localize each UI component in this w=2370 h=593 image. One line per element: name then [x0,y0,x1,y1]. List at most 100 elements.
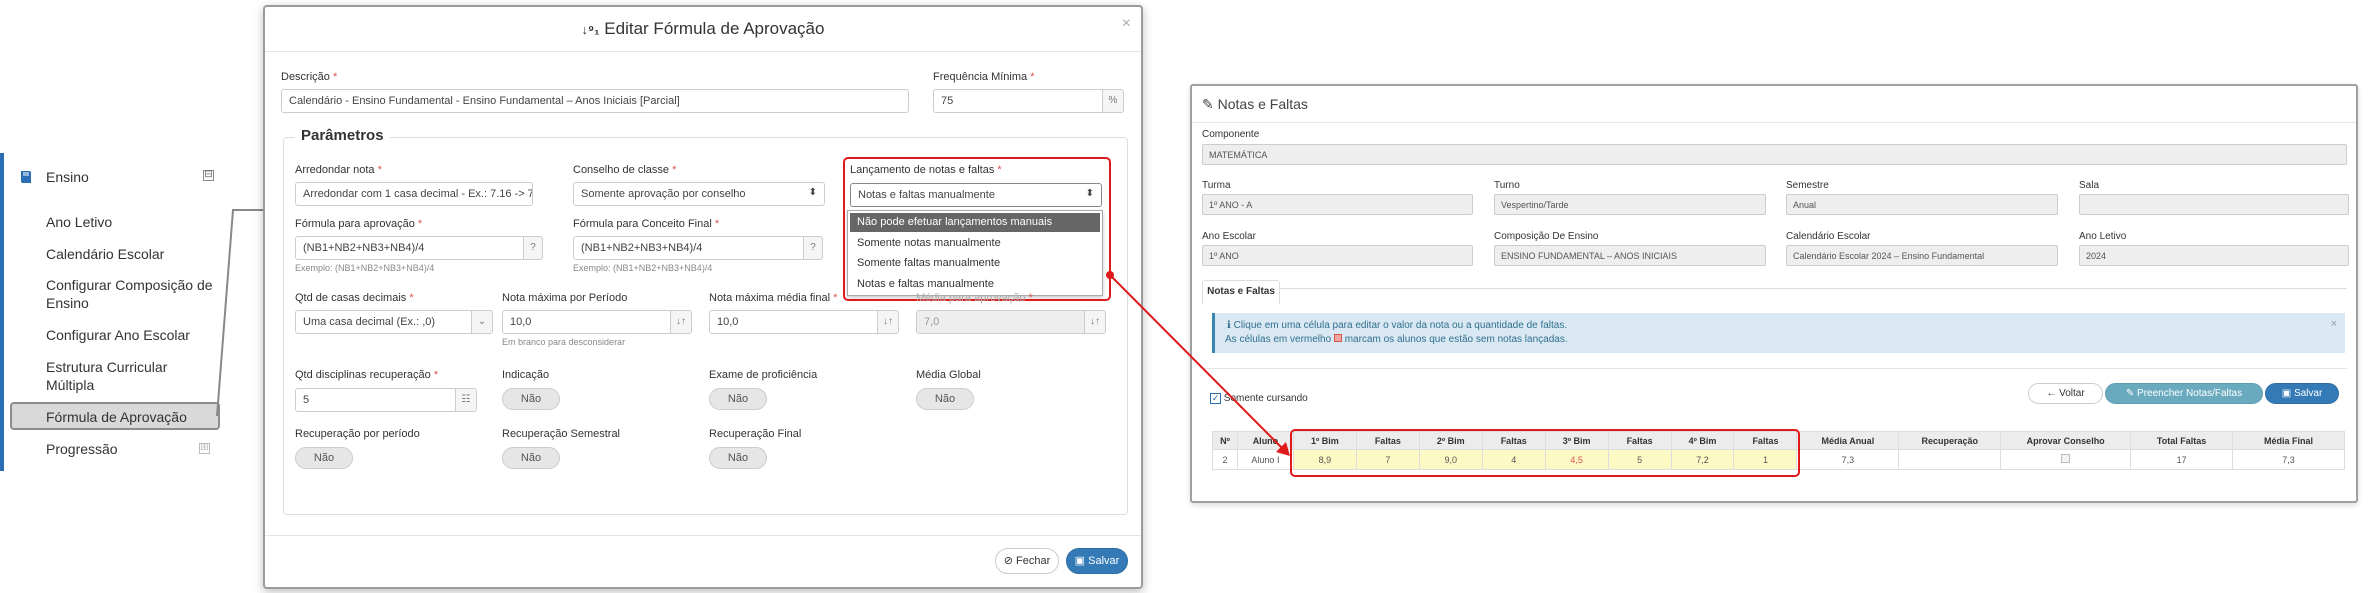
nota-max-periodo-label: Nota máxima por Período [502,292,628,304]
indicacao-label: Indicação [502,369,550,381]
panel-salvar-button[interactable]: ▣ Salvar [2265,383,2339,404]
divider [1202,368,2347,369]
edit-icon: ✎ [1202,96,1214,112]
sala-input[interactable] [2079,194,2349,215]
rec-semestral-toggle[interactable]: Não [502,447,560,469]
formula-conceito-hint: Exemplo: (NB1+NB2+NB3+NB4)/4 [573,263,713,273]
frequencia-input[interactable]: 75 [933,89,1103,113]
salvar-button[interactable]: ▣ Salvar [1066,548,1128,574]
rec-periodo-toggle[interactable]: Não [295,447,353,469]
red-square-icon [1333,334,1342,342]
ano-letivo-input[interactable]: 2024 [2079,245,2349,266]
sidebar-item-calendario-escolar[interactable]: Calendário Escolar [46,245,164,263]
formula-conceito-input[interactable]: (NB1+NB2+NB3+NB4)/4 [573,236,805,260]
descricao-label: Descrição * [281,71,338,83]
highlight-box [843,157,1111,301]
turno-label: Turno [1494,180,1520,191]
cubes-icon: ☷ [455,388,477,412]
back-icon: ⊘ [1003,555,1013,567]
info-alert: ℹ Clique em uma célula para editar o val… [1212,313,2345,353]
sidebar-item-estrutura-curricular[interactable]: Estrutura Curricular Múltipla [46,358,196,394]
sidebar-item-configurar-ano-escolar[interactable]: Configurar Ano Escolar [46,326,190,344]
help-icon[interactable]: ? [803,236,823,260]
preencher-button[interactable]: ✎ Preencher Notas/Faltas [2105,383,2263,404]
alert-close-icon[interactable]: × [2331,318,2337,330]
semestre-label: Semestre [1786,180,1829,191]
modal-title: ↓⁹₁ Editar Fórmula de Aprovação [581,19,825,38]
fechar-button[interactable]: ⊘ Fechar [995,548,1059,574]
formula-aprovacao-hint: Exemplo: (NB1+NB2+NB3+NB4)/4 [295,263,435,273]
qtd-casas-label: Qtd de casas decimais * [295,292,414,304]
turno-input[interactable]: Vespertino/Tarde [1494,194,1766,215]
recuperacao-cell[interactable] [1898,449,2002,470]
media-anual-cell: 7,3 [1796,449,1900,470]
column-header: Total Faltas [2130,431,2234,450]
exame-proficiencia-toggle[interactable]: Não [709,388,767,410]
componente-input[interactable]: MATEMÁTICA [1202,144,2347,165]
tab-bar [1202,288,2347,289]
rec-final-toggle[interactable]: Não [709,447,767,469]
turma-input[interactable]: 1º ANO - A [1202,194,1473,215]
indicacao-toggle[interactable]: Não [502,388,560,410]
sala-label: Sala [2079,180,2100,191]
red-arrow-icon [1106,271,1290,456]
calendario-label: Calendário Escolar [1786,231,1871,242]
column-header: Média Anual [1796,431,1900,450]
componente-label: Componente [1202,129,1260,140]
book-icon [21,171,31,183]
ano-escolar-input[interactable]: 1º ANO [1202,245,1473,266]
aprovar-conselho-cell[interactable] [2000,449,2132,470]
chevron-down-icon[interactable]: ⌄ [471,310,493,334]
nota-max-media-label: Nota máxima média final * [709,292,838,304]
sort-numeric-icon: ↓⁹₁ [581,22,600,37]
descricao-input[interactable]: Calendário - Ensino Fundamental - Ensino… [281,89,909,113]
composicao-input[interactable]: ENSINO FUNDAMENTAL – ANOS INICIAIS [1494,245,1766,266]
arredondar-select[interactable]: Arredondar com 1 casa decimal - Ex.: 7.1… [295,182,533,206]
conselho-label: Conselho de classe * [573,164,677,176]
sidebar-item-formula-aprovacao[interactable]: Fórmula de Aprovação [10,402,220,430]
close-button[interactable]: × [1122,15,1131,33]
column-header: Recuperação [1898,431,2002,450]
composicao-label: Composição De Ensino [1494,231,1599,242]
edit-formula-modal: ↓⁹₁ Editar Fórmula de Aprovação × Descri… [263,5,1143,589]
voltar-button[interactable]: ← Voltar [2028,383,2103,404]
sidebar-item-progressao[interactable]: Progressão [46,440,118,458]
sidebar: Ensino ⊟ Ano Letivo Calendário Escolar C… [0,153,220,471]
rec-semestral-label: Recuperação Semestral [502,428,621,440]
sidebar-item-ano-letivo[interactable]: Ano Letivo [46,213,112,231]
formula-aprovacao-input[interactable]: (NB1+NB2+NB3+NB4)/4 [295,236,525,260]
qtd-casas-select[interactable]: Uma casa decimal (Ex.: ,0) [295,310,473,334]
collapse-icon[interactable]: ⊟ [203,170,214,181]
arredondar-label: Arredondar nota * [295,164,382,176]
select-caret-icon: ⬍ [808,187,817,198]
help-icon[interactable]: ? [523,236,543,260]
qtd-disciplinas-input[interactable]: 5 [295,388,457,412]
frequencia-label: Frequência Mínima * [933,71,1035,83]
expand-icon[interactable]: ⊞ [199,443,210,454]
notas-faltas-panel: ✎ Notas e Faltas Componente MATEMÁTICA T… [1190,84,2358,503]
rec-periodo-label: Recuperação por período [295,428,420,440]
media-global-toggle[interactable]: Não [916,388,974,410]
divider [265,51,1141,52]
sidebar-item-configurar-composicao[interactable]: Configurar Composição de Ensino [46,276,216,312]
semestre-input[interactable]: Anual [1786,194,2058,215]
formula-conceito-label: Fórmula para Conceito Final * [573,218,720,230]
ano-escolar-label: Ano Escolar [1202,231,1256,242]
nota-max-periodo-hint: Em branco para desconsiderar [502,337,626,347]
divider [1192,122,2356,123]
checkbox-icon[interactable] [2061,454,2071,463]
nota-max-media-input[interactable]: 10,0 [709,310,879,334]
media-aprovacao-input[interactable]: 7,0 [916,310,1086,334]
qtd-disciplinas-label: Qtd disciplinas recuperação * [295,369,439,381]
sidebar-section-ensino[interactable]: Ensino ⊟ [14,167,214,189]
sort-numeric-icon: ↓↑ [877,310,899,334]
calendario-input[interactable]: Calendário Escolar 2024 – Ensino Fundame… [1786,245,2058,266]
parametros-legend: Parâmetros [295,127,390,144]
nota-max-periodo-input[interactable]: 10,0 [502,310,672,334]
sort-numeric-icon: ↓↑ [670,310,692,334]
turma-label: Turma [1202,180,1231,191]
pencil-icon: ✎ [2125,388,2135,399]
media-final-cell: 7,3 [2232,449,2345,470]
conselho-select[interactable]: Somente aprovação por conselho ⬍ [573,182,825,206]
column-header: Média Final [2232,431,2345,450]
